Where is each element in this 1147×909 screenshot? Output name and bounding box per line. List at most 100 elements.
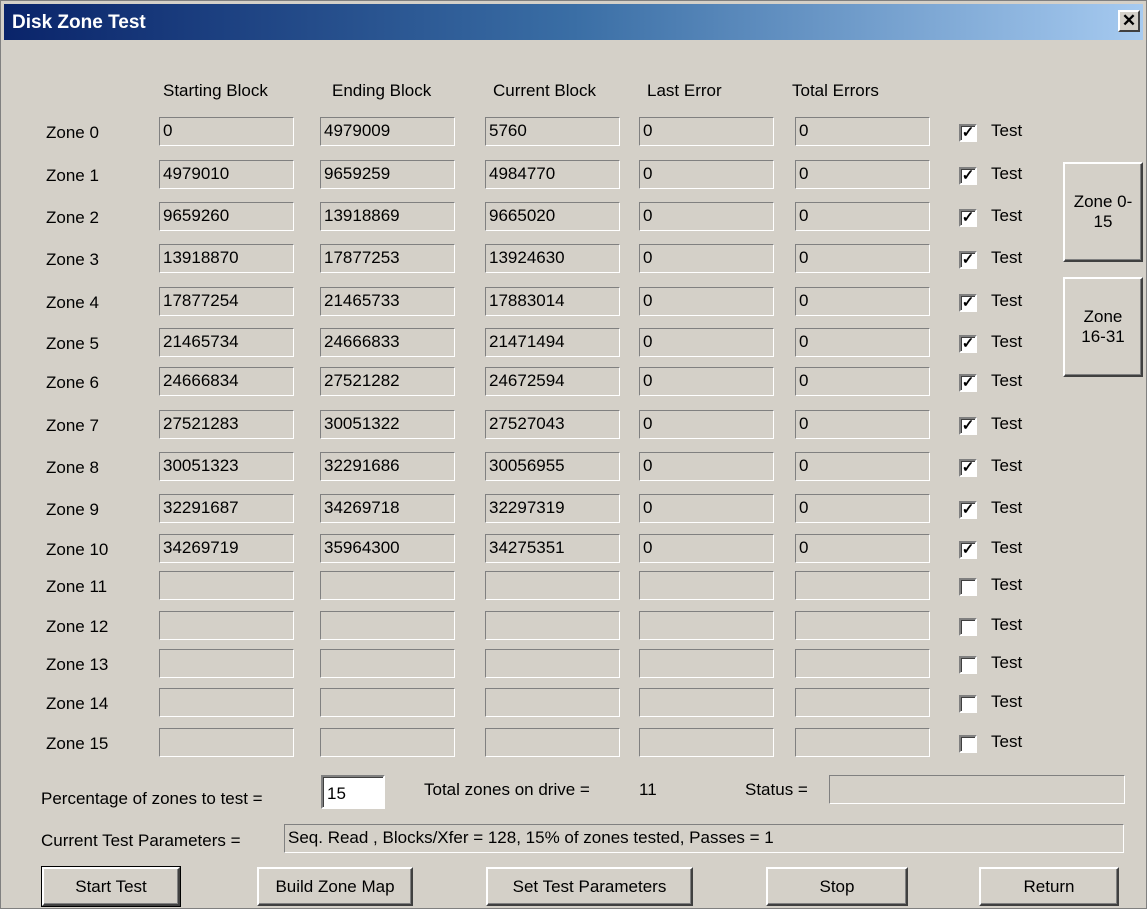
total-errors-field: 0 <box>795 328 930 357</box>
total-zones-value: 11 <box>639 780 657 799</box>
current-block-field: 34275351 <box>485 534 620 563</box>
checkmark-icon: ✓ <box>961 374 975 391</box>
checkmark-icon: ✓ <box>961 209 975 226</box>
total-errors-field: 0 <box>795 287 930 316</box>
zone-test-label: Test <box>991 456 1023 475</box>
zone-label: Zone 5 <box>46 334 99 353</box>
ending-block-field: 24666833 <box>320 328 455 357</box>
zone-0-15-button[interactable]: Zone 0-15 <box>1063 162 1143 262</box>
zone-label: Zone 4 <box>46 293 99 312</box>
zone-test-checkbox[interactable]: ✓ <box>959 417 977 435</box>
total-errors-field <box>795 571 930 600</box>
zone-label: Zone 15 <box>46 734 109 753</box>
last-error-field: 0 <box>639 202 774 231</box>
disk-zone-test-window: Disk Zone Test ✕ Starting Block Ending B… <box>0 0 1147 909</box>
percentage-label: Percentage of zones to test = <box>41 789 263 808</box>
last-error-field <box>639 571 774 600</box>
zone-test-label: Test <box>991 653 1023 672</box>
checkmark-icon: ✓ <box>961 417 975 434</box>
last-error-field: 0 <box>639 244 774 273</box>
zone-test-checkbox[interactable]: ✓ <box>959 209 977 227</box>
zone-test-label: Test <box>991 692 1023 711</box>
current-block-field: 13924630 <box>485 244 620 273</box>
ending-block-field: 17877253 <box>320 244 455 273</box>
start-test-button[interactable]: Start Test <box>41 866 181 907</box>
total-errors-field: 0 <box>795 410 930 439</box>
zone-16-31-button[interactable]: Zone 16-31 <box>1063 277 1143 377</box>
zone-test-checkbox[interactable]: ✓ <box>959 124 977 142</box>
current-block-field <box>485 611 620 640</box>
zone-test-checkbox[interactable]: ✓ <box>959 541 977 559</box>
zone-test-label: Test <box>991 291 1023 310</box>
checkmark-icon: ✓ <box>961 541 975 558</box>
checkmark-icon: ✓ <box>961 294 975 311</box>
last-error-field <box>639 688 774 717</box>
zone-label: Zone 11 <box>46 577 108 596</box>
starting-block-field: 27521283 <box>159 410 294 439</box>
current-block-field: 24672594 <box>485 367 620 396</box>
total-errors-field: 0 <box>795 202 930 231</box>
ending-block-field: 27521282 <box>320 367 455 396</box>
last-error-field: 0 <box>639 494 774 523</box>
ending-block-field: 21465733 <box>320 287 455 316</box>
zone-test-checkbox[interactable]: ✓ <box>959 167 977 185</box>
current-block-field: 17883014 <box>485 287 620 316</box>
percentage-input[interactable] <box>321 775 385 809</box>
zone-test-checkbox[interactable]: ✓ <box>959 459 977 477</box>
zone-test-checkbox[interactable] <box>959 656 977 674</box>
zone-label: Zone 0 <box>46 123 99 142</box>
current-block-field <box>485 728 620 757</box>
total-errors-field <box>795 728 930 757</box>
total-errors-field: 0 <box>795 117 930 146</box>
zone-test-label: Test <box>991 121 1023 140</box>
starting-block-field: 0 <box>159 117 294 146</box>
set-test-parameters-button[interactable]: Set Test Parameters <box>486 867 693 906</box>
starting-block-field <box>159 611 294 640</box>
zone-test-checkbox[interactable]: ✓ <box>959 294 977 312</box>
current-block-field: 21471494 <box>485 328 620 357</box>
current-test-parameters-field: Seq. Read , Blocks/Xfer = 128, 15% of zo… <box>284 824 1124 853</box>
zone-label: Zone 8 <box>46 458 99 477</box>
starting-block-field: 34269719 <box>159 534 294 563</box>
total-errors-field: 0 <box>795 160 930 189</box>
ending-block-field <box>320 611 455 640</box>
zone-label: Zone 2 <box>46 208 99 227</box>
last-error-field <box>639 649 774 678</box>
zone-label: Zone 3 <box>46 250 99 269</box>
total-errors-field <box>795 649 930 678</box>
starting-block-field: 30051323 <box>159 452 294 481</box>
zone-test-checkbox[interactable] <box>959 735 977 753</box>
checkmark-icon: ✓ <box>961 251 975 268</box>
title-bar[interactable]: Disk Zone Test ✕ <box>4 4 1143 40</box>
zone-test-label: Test <box>991 371 1023 390</box>
column-header-total-errors: Total Errors <box>792 81 879 100</box>
zone-test-checkbox[interactable]: ✓ <box>959 251 977 269</box>
last-error-field: 0 <box>639 367 774 396</box>
build-zone-map-button[interactable]: Build Zone Map <box>257 867 413 906</box>
checkmark-icon: ✓ <box>961 124 975 141</box>
ending-block-field: 32291686 <box>320 452 455 481</box>
column-header-ending-block: Ending Block <box>332 81 432 100</box>
zone-test-label: Test <box>991 164 1023 183</box>
current-block-field: 32297319 <box>485 494 620 523</box>
zone-label: Zone 7 <box>46 416 99 435</box>
return-button[interactable]: Return <box>979 867 1119 906</box>
starting-block-field: 17877254 <box>159 287 294 316</box>
zone-test-checkbox[interactable] <box>959 618 977 636</box>
last-error-field: 0 <box>639 452 774 481</box>
zone-test-checkbox[interactable]: ✓ <box>959 335 977 353</box>
stop-button[interactable]: Stop <box>766 867 908 906</box>
close-button[interactable]: ✕ <box>1118 10 1140 32</box>
ending-block-field <box>320 649 455 678</box>
starting-block-field <box>159 571 294 600</box>
zone-test-checkbox[interactable]: ✓ <box>959 374 977 392</box>
total-errors-field: 0 <box>795 534 930 563</box>
zone-label: Zone 1 <box>46 166 99 185</box>
zone-test-checkbox[interactable] <box>959 695 977 713</box>
zone-test-checkbox[interactable]: ✓ <box>959 501 977 519</box>
current-block-field: 4984770 <box>485 160 620 189</box>
column-header-last-error: Last Error <box>647 81 722 100</box>
zone-label: Zone 14 <box>46 694 109 713</box>
zone-test-checkbox[interactable] <box>959 578 977 596</box>
zone-label: Zone 9 <box>46 500 99 519</box>
